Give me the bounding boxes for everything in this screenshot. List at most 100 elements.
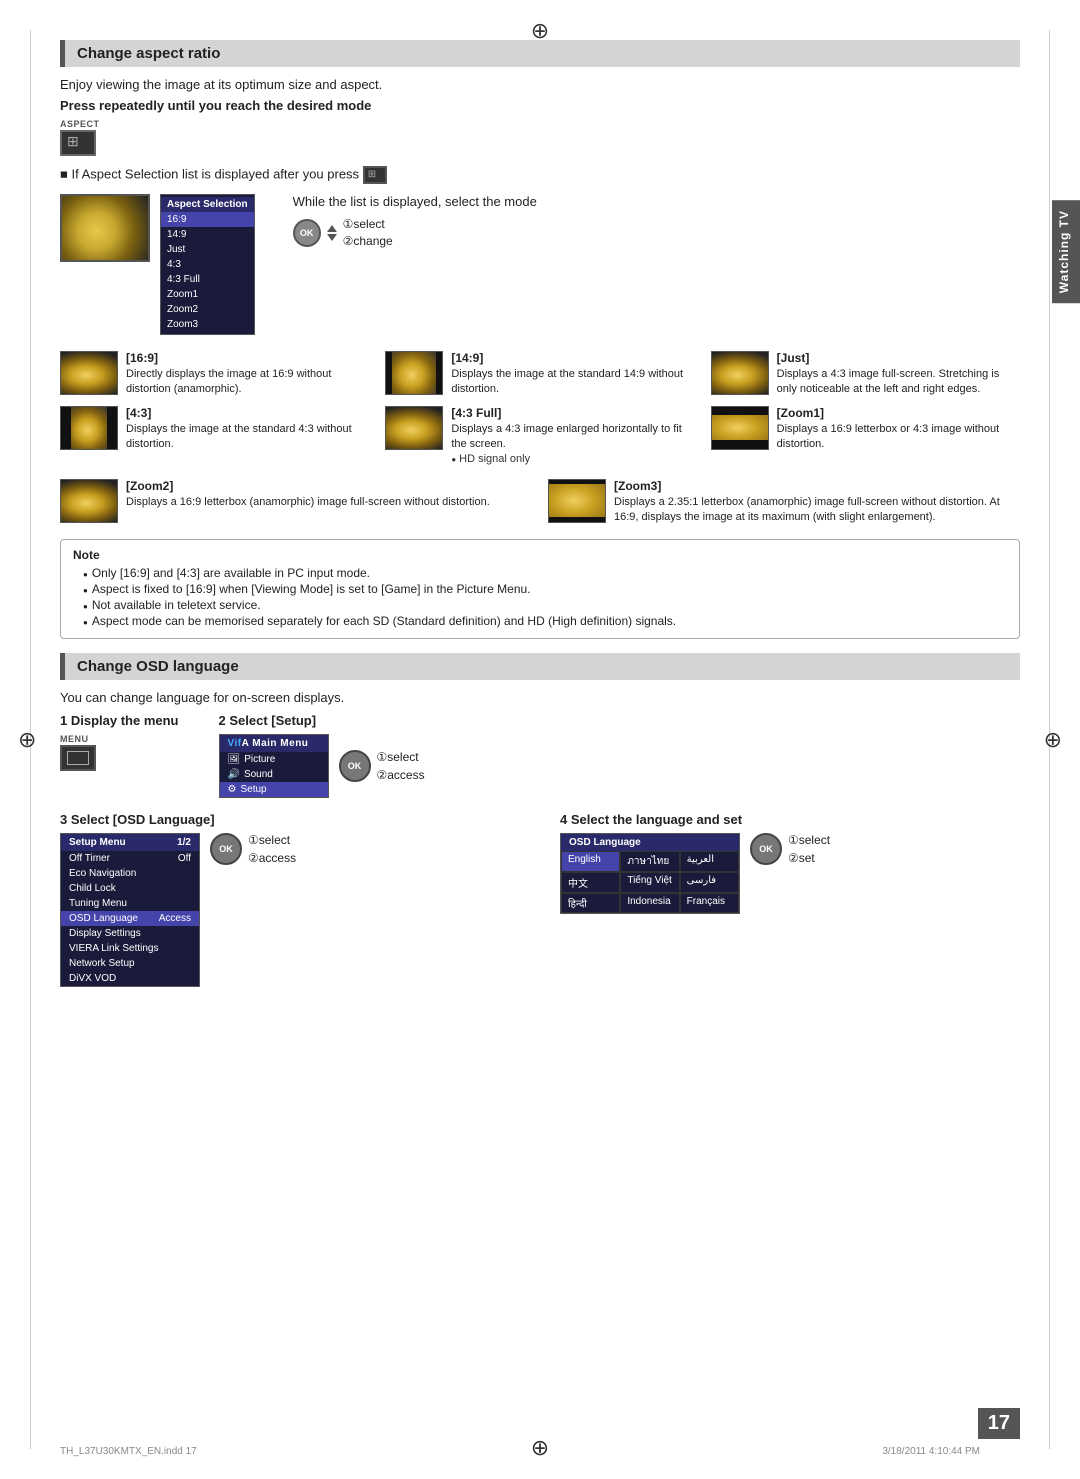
osd-steps-34: 3 Select [OSD Language] Setup Menu 1/2 O…	[60, 812, 1020, 987]
mode-item-43: [4:3] Displays the image at the standard…	[60, 406, 369, 465]
setup-item-econav[interactable]: Eco Navigation	[61, 866, 199, 881]
lang-indonesian[interactable]: Indonesia	[620, 893, 679, 913]
mode-thumb-zoom1	[711, 406, 769, 450]
aspect-menu-item-149[interactable]: 14:9	[161, 227, 254, 242]
mode-item-zoom2: [Zoom2] Displays a 16:9 letterbox (anamo…	[60, 479, 532, 526]
mode-thumb-43	[60, 406, 118, 450]
viera-item-picture[interactable]: 🖼 Picture	[220, 752, 328, 767]
lang-arabic[interactable]: العربية	[680, 851, 739, 872]
lang-hindi[interactable]: हिन्दी	[561, 893, 620, 913]
menu-button-inner	[67, 751, 89, 765]
step3-labels: ①select ②access	[248, 833, 296, 865]
step4-labels: ①select ②set	[788, 833, 830, 865]
lang-farsi[interactable]: فارسی	[680, 872, 739, 893]
mode-desc-149: Displays the image at the standard 14:9 …	[451, 367, 694, 398]
zoom-modes-row: [Zoom2] Displays a 16:9 letterbox (anamo…	[60, 479, 1020, 526]
footer-file: TH_L37U30KMTX_EN.indd 17	[60, 1446, 197, 1457]
arrow-controls	[327, 225, 337, 241]
lang-vietnamese[interactable]: Tiếng Việt	[620, 872, 679, 893]
hd-note: HD signal only	[451, 453, 694, 465]
mode-label-43full: [4:3 Full]	[451, 406, 694, 420]
setup-item-tuning[interactable]: Tuning Menu	[61, 896, 199, 911]
arrow-up-icon	[327, 225, 337, 232]
aspect-menu-box: Aspect Selection 16:9 14:9 Just 4:3 4:3 …	[160, 194, 255, 335]
watching-tv-sidebar: Watching TV	[1052, 200, 1080, 303]
step1-header: 1 Display the menu	[60, 713, 179, 728]
setup-item-osd[interactable]: OSD LanguageAccess	[61, 911, 199, 926]
aspect-menu-title: Aspect Selection	[161, 197, 254, 212]
aspect-menu-item-zoom1[interactable]: Zoom1	[161, 287, 254, 302]
mode-item-169: [16:9] Directly displays the image at 16…	[60, 351, 369, 398]
mode-label-just: [Just]	[777, 351, 1020, 365]
step4-ok-row: OK ①select ②set	[750, 833, 830, 865]
change-osd-header: Change OSD language	[60, 653, 1020, 680]
mode-item-zoom1: [Zoom1] Displays a 16:9 letterbox or 4:3…	[711, 406, 1020, 465]
mode-label-169: [16:9]	[126, 351, 369, 365]
viera-item-sound[interactable]: 🔊 Sound	[220, 767, 328, 782]
ok-button[interactable]: OK	[293, 219, 321, 247]
step4-header: 4 Select the language and set	[560, 812, 1020, 827]
aspect-menu-item-43[interactable]: 4:3	[161, 257, 254, 272]
step4-ok-btn[interactable]: OK	[750, 833, 782, 865]
setup-item-viera[interactable]: VIERA Link Settings	[61, 941, 199, 956]
mode-thumb-149	[385, 351, 443, 395]
aspect-menu-item-43full[interactable]: 4:3 Full	[161, 272, 254, 287]
setup-menu-title: Setup Menu 1/2	[61, 834, 199, 851]
mode-label-block-149: [14:9] Displays the image at the standar…	[451, 351, 694, 398]
step2-header: 2 Select [Setup]	[219, 713, 1021, 728]
reg-mark-top: ⊕	[531, 18, 549, 44]
mode-label-block-43full: [4:3 Full] Displays a 4:3 image enlarged…	[451, 406, 694, 465]
aspect-label: ASPECT	[60, 119, 1020, 129]
viera-title: VifA Main Menu	[220, 735, 328, 752]
setup-item-display[interactable]: Display Settings	[61, 926, 199, 941]
reg-mark-bottom: ⊕	[531, 1435, 549, 1461]
reg-mark-right: ⊕	[1044, 727, 1062, 753]
note-title: Note	[73, 548, 1007, 562]
step2-ok-btn[interactable]: OK	[339, 750, 371, 782]
note-item-1: Only [16:9] and [4:3] are available in P…	[83, 566, 1007, 580]
viera-item-setup[interactable]: ⚙ Setup	[220, 782, 328, 797]
while-list-text: While the list is displayed, select the …	[293, 194, 537, 209]
menu-button[interactable]	[60, 745, 96, 771]
aspect-select-instructions: While the list is displayed, select the …	[293, 194, 537, 252]
change-osd-section: Change OSD language You can change langu…	[60, 653, 1020, 987]
mode-thumb-zoom3	[548, 479, 606, 523]
mode-desc-169: Directly displays the image at 16:9 with…	[126, 367, 369, 398]
lang-english[interactable]: English	[561, 851, 620, 872]
osd-steps-12: 1 Display the menu MENU 2 Select [Setup]	[60, 713, 1020, 798]
select-access-labels: ①select ②change	[343, 217, 393, 248]
setup-item-divx[interactable]: DiVX VOD	[61, 971, 199, 986]
mode-desc-43: Displays the image at the standard 4:3 w…	[126, 422, 369, 453]
step3-ok-btn[interactable]: OK	[210, 833, 242, 865]
osd-intro: You can change language for on-screen di…	[60, 690, 1020, 705]
aspect-menu-item-169[interactable]: 16:9	[161, 212, 254, 227]
page-number: 17	[978, 1408, 1020, 1439]
lang-chinese[interactable]: 中文	[561, 872, 620, 893]
mode-desc-zoom1: Displays a 16:9 letterbox or 4:3 image w…	[777, 422, 1020, 453]
mode-label-149: [14:9]	[451, 351, 694, 365]
lang-thai[interactable]: ภาษาไทย	[620, 851, 679, 872]
aspect-button-area: ASPECT	[60, 119, 1020, 156]
step1: 1 Display the menu MENU	[60, 713, 179, 798]
setup-item-childlock[interactable]: Child Lock	[61, 881, 199, 896]
aspect-menu-item-zoom2[interactable]: Zoom2	[161, 302, 254, 317]
mode-thumb-43full	[385, 406, 443, 450]
mode-label-block-43: [4:3] Displays the image at the standard…	[126, 406, 369, 453]
setup-item-offtimer[interactable]: Off TimerOff	[61, 851, 199, 866]
reg-mark-left: ⊕	[18, 727, 36, 753]
setup-item-network[interactable]: Network Setup	[61, 956, 199, 971]
aspect-menu-item-just[interactable]: Just	[161, 242, 254, 257]
viera-menu: VifA Main Menu 🖼 Picture 🔊 Sound ⚙	[219, 734, 329, 798]
step2-ok-row: OK ①select ②access	[339, 750, 425, 782]
aspect-menu-item-zoom3[interactable]: Zoom3	[161, 317, 254, 332]
change-aspect-ratio-section: Change aspect ratio Enjoy viewing the im…	[60, 40, 1020, 639]
note-section: Note Only [16:9] and [4:3] are available…	[60, 539, 1020, 639]
aspect-demo: Aspect Selection 16:9 14:9 Just 4:3 4:3 …	[60, 194, 255, 335]
mode-label-block-zoom1: [Zoom1] Displays a 16:9 letterbox or 4:3…	[777, 406, 1020, 453]
step4: 4 Select the language and set OSD Langua…	[560, 812, 1020, 987]
mode-label-43: [4:3]	[126, 406, 369, 420]
lang-french[interactable]: Français	[680, 893, 739, 913]
step2-content: VifA Main Menu 🖼 Picture 🔊 Sound ⚙	[219, 734, 1021, 798]
note-item-3: Not available in teletext service.	[83, 598, 1007, 612]
mode-label-block-zoom3: [Zoom3] Displays a 2.35:1 letterbox (ana…	[614, 479, 1020, 526]
